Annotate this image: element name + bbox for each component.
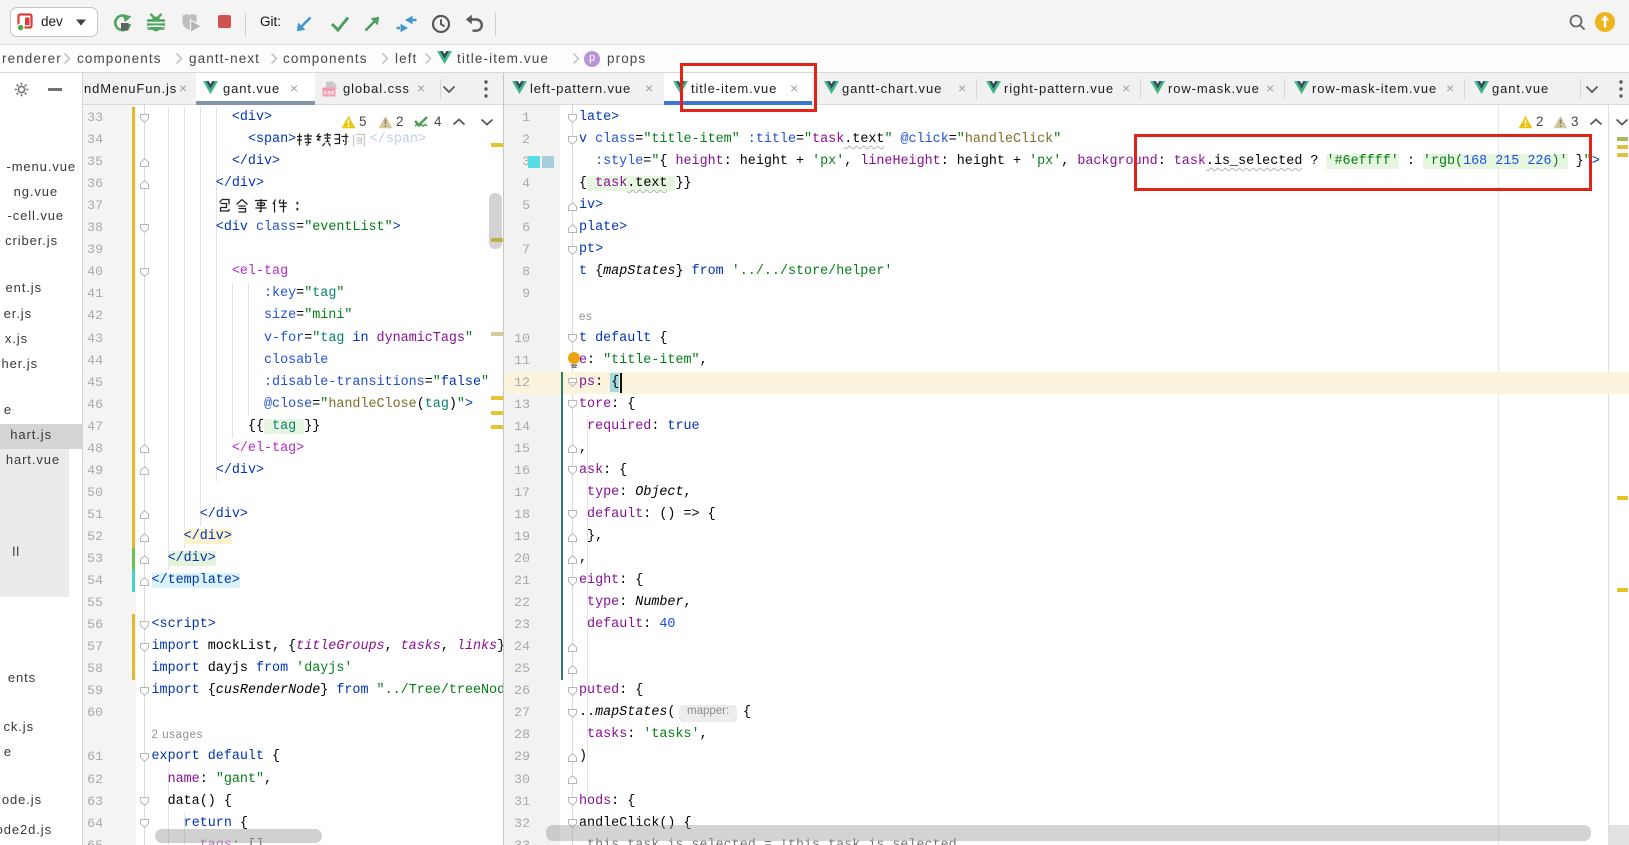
- svg-text:css: css: [324, 89, 335, 96]
